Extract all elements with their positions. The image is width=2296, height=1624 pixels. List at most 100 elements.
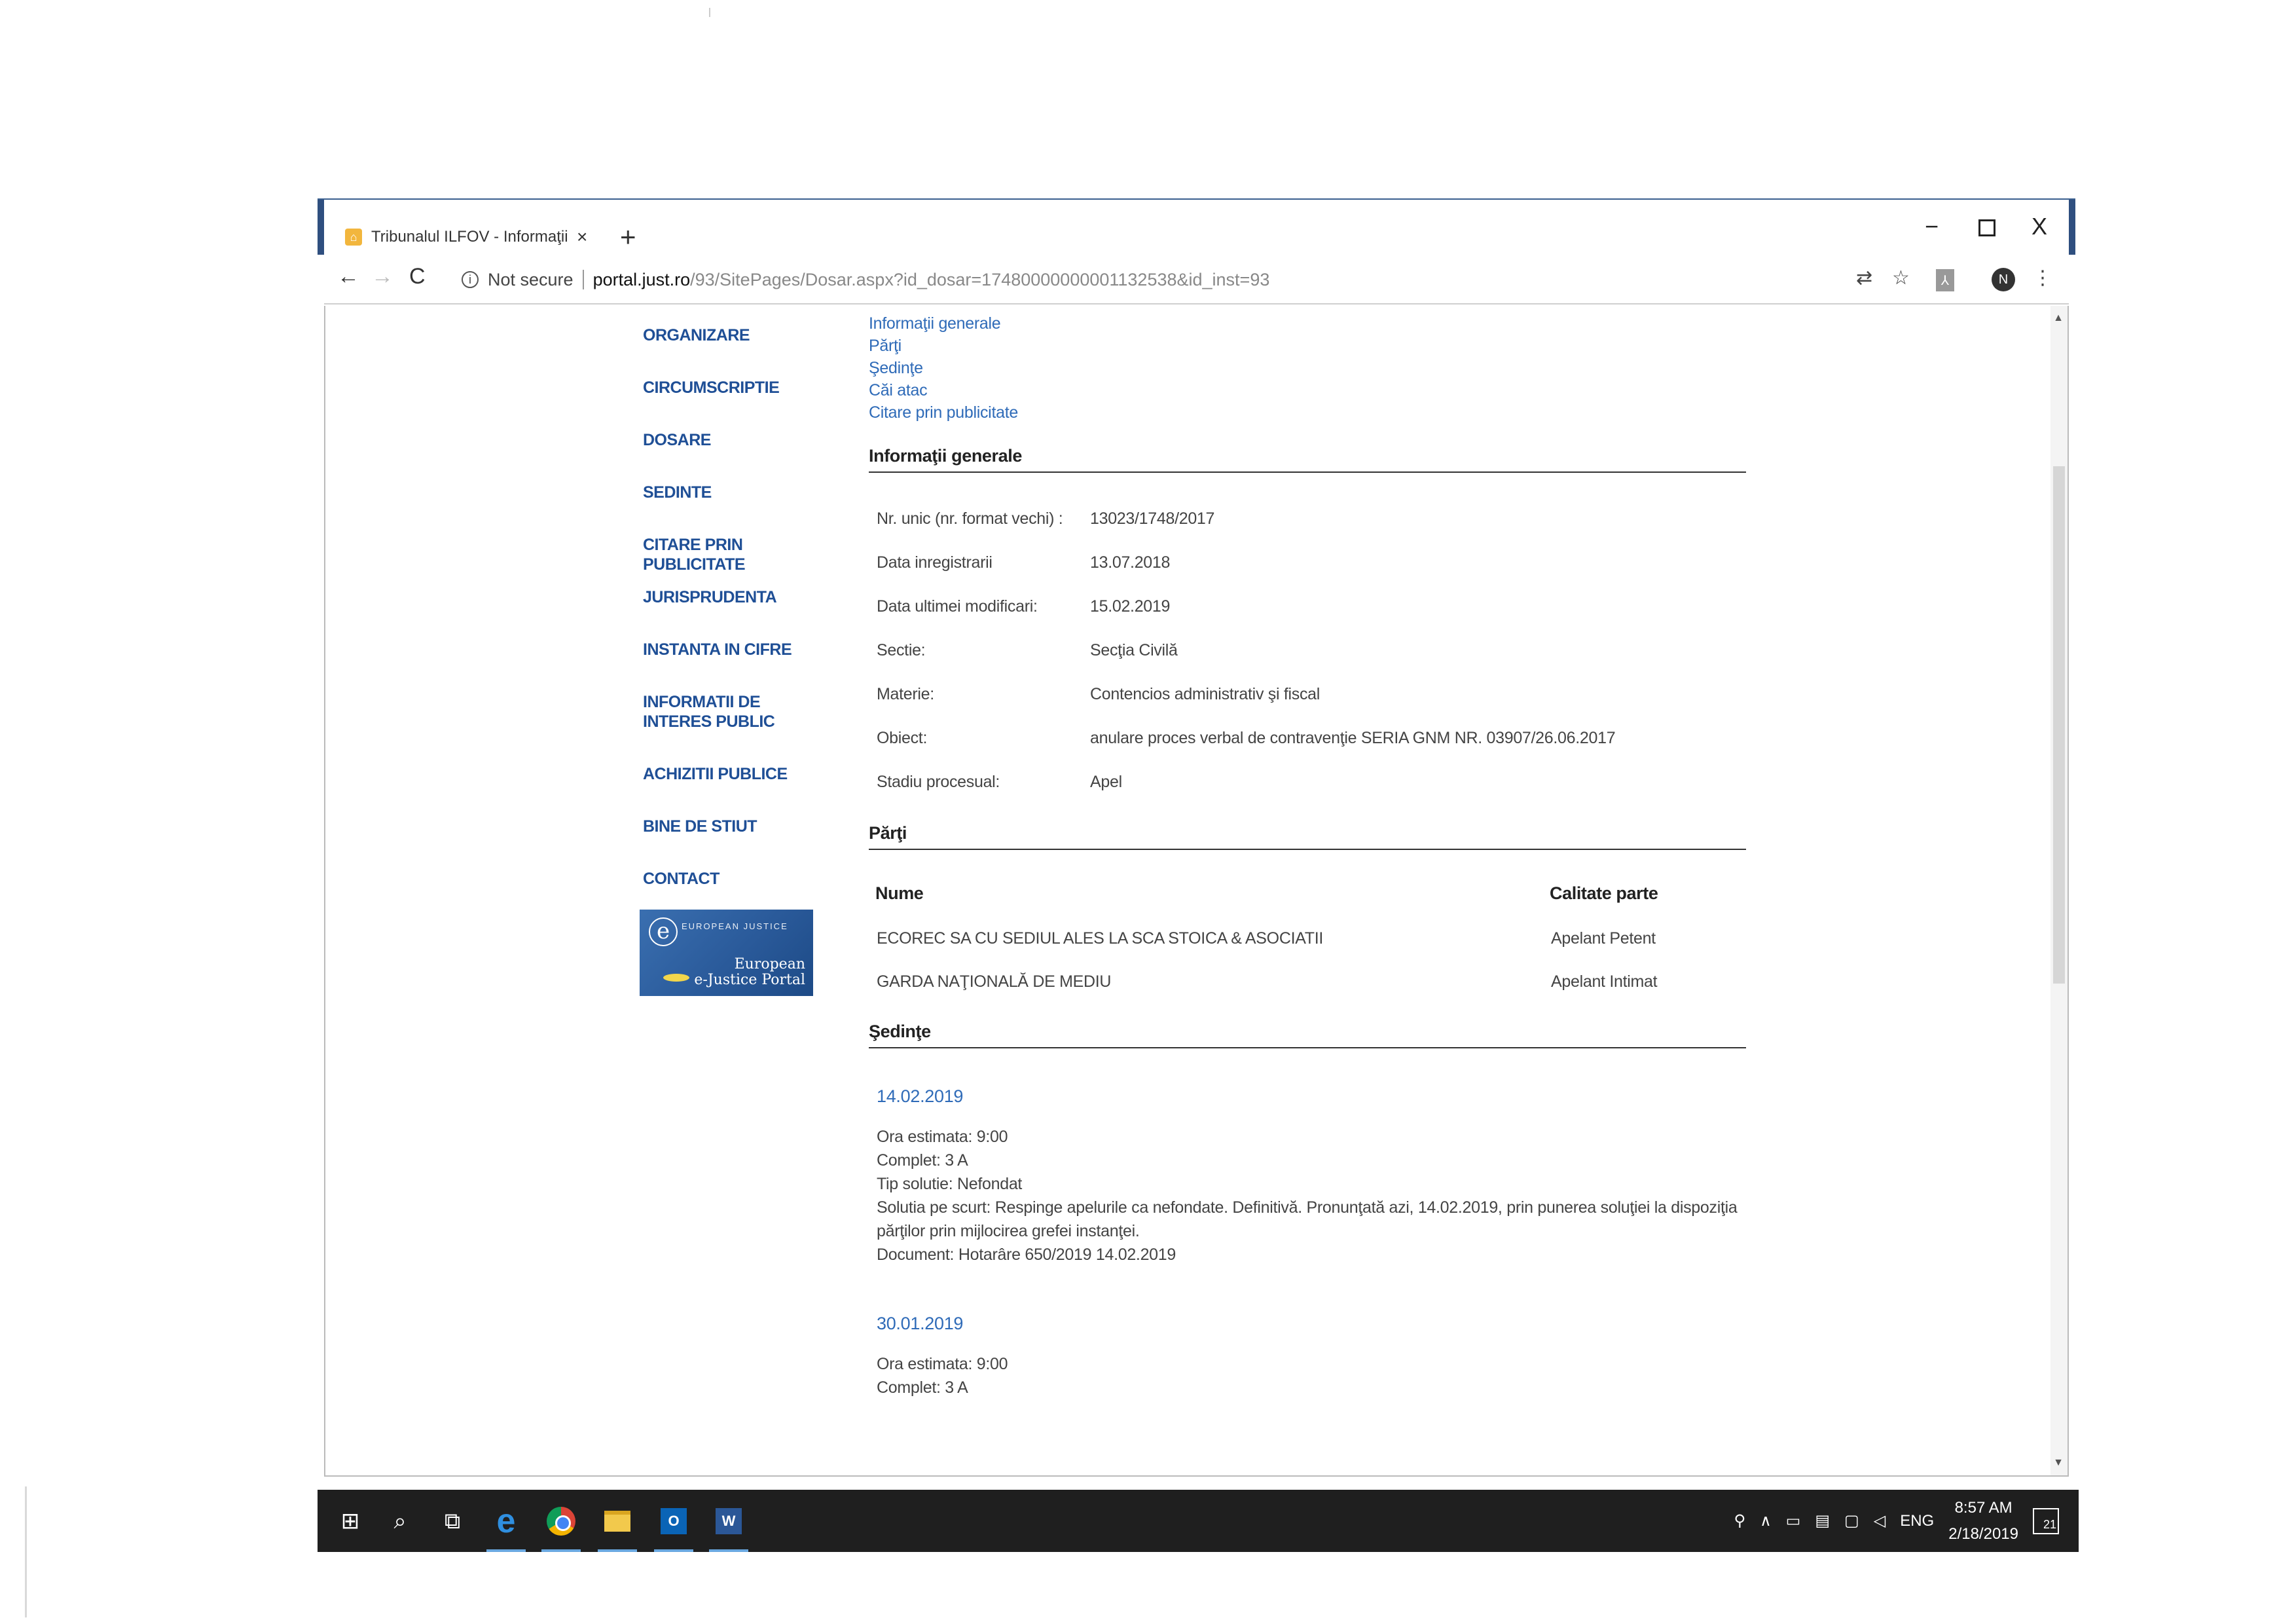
task-view-icon[interactable]: ⧉	[435, 1504, 469, 1538]
chevron-up-icon[interactable]: ∧	[1760, 1511, 1772, 1530]
address-bar[interactable]: i Not secure portal.just.ro /93/SitePage…	[462, 265, 1269, 294]
file-explorer-icon[interactable]	[600, 1504, 634, 1538]
menu-instanta-in-cifre[interactable]: INSTANTA IN CIFRE	[643, 640, 839, 692]
favicon-icon: ⌂	[345, 229, 362, 246]
info-icon[interactable]: i	[462, 271, 479, 288]
case-details: Informaţii generale Părţi Şedinţe Căi at…	[869, 312, 1746, 1399]
ejustice-small-text: EUROPEAN JUSTICE	[682, 921, 788, 931]
session-line: Complet: 3 A	[877, 1151, 968, 1170]
info-label: Stadiu procesual:	[877, 773, 1000, 791]
menu-circumscriptie[interactable]: CIRCUMSCRIPTIE	[643, 378, 839, 430]
info-value: Apel	[1090, 773, 1122, 791]
address-separator	[582, 270, 584, 289]
info-label: Sectie:	[877, 641, 926, 659]
people-icon[interactable]: ⚲	[1734, 1511, 1746, 1530]
general-info-table: Nr. unic (nr. format vechi) : 13023/1748…	[869, 509, 1746, 817]
parties-header-row: Nume Calitate parte	[869, 870, 1746, 917]
network-icon[interactable]: ▤	[1815, 1511, 1830, 1530]
language-indicator[interactable]: ENG	[1900, 1512, 1934, 1530]
menu-jurisprudenta[interactable]: JURISPRUDENTA	[643, 587, 839, 640]
ejustice-banner[interactable]: e EUROPEAN JUSTICE European e-Justice Po…	[640, 910, 813, 996]
link-cai-atac[interactable]: Căi atac	[869, 379, 1746, 401]
scan-artifact	[709, 8, 710, 17]
info-row: Stadiu procesual: Apel	[869, 773, 1746, 817]
maximize-button[interactable]	[1978, 219, 1995, 236]
link-parti[interactable]: Părţi	[869, 335, 1746, 357]
info-value: 13.07.2018	[1090, 553, 1171, 572]
bookmark-star-icon[interactable]: ☆	[1892, 267, 1910, 289]
party-role: Apelant Intimat	[1551, 972, 1658, 991]
link-informatii-generale[interactable]: Informaţii generale	[869, 312, 1746, 335]
info-row: Sectie: Secţia Civilă	[869, 641, 1746, 685]
parties-table: Nume Calitate parte ECOREC SA CU SEDIUL …	[869, 870, 1746, 1003]
new-tab-button[interactable]: +	[620, 223, 636, 251]
ejustice-line2: e-Justice Portal	[694, 972, 805, 988]
sessions-title: Şedinţe	[869, 1022, 1746, 1048]
session-line: Tip solutie: Nefondat	[877, 1175, 1023, 1193]
browser-window: ⌂ Tribunalul ILFOV - Informaţii dc × + −…	[318, 200, 2075, 1477]
windows-start-icon[interactable]: ⊞	[333, 1504, 367, 1538]
info-label: Obiect:	[877, 729, 928, 747]
tab-strip: ⌂ Tribunalul ILFOV - Informaţii dc × + −…	[318, 200, 2075, 255]
info-value: 13023/1748/2017	[1090, 509, 1215, 528]
general-info-title: Informaţii generale	[869, 446, 1746, 473]
link-sedinte[interactable]: Şedinţe	[869, 357, 1746, 379]
forward-arrow-icon[interactable]: →	[371, 264, 393, 289]
scroll-up-icon[interactable]: ▲	[2053, 312, 2064, 324]
info-value: Secţia Civilă	[1090, 641, 1178, 659]
menu-informatii-interes-public[interactable]: INFORMATII DE INTERES PUBLIC	[643, 692, 813, 764]
minimize-button[interactable]: −	[1925, 213, 1939, 240]
info-row: Obiect: anulare proces verbal de contrav…	[869, 729, 1746, 773]
reload-icon[interactable]: C	[409, 264, 426, 289]
scroll-thumb[interactable]	[2053, 466, 2065, 984]
clock-time: 8:57 AM	[1954, 1498, 2013, 1517]
translate-icon[interactable]: ⇄	[1856, 267, 1872, 289]
back-arrow-icon[interactable]: ←	[337, 264, 359, 289]
menu-dosare[interactable]: DOSARE	[643, 430, 839, 483]
info-value: Contencios administrativ şi fiscal	[1090, 685, 1321, 703]
window-frame	[2069, 200, 2075, 255]
menu-sedinte[interactable]: SEDINTE	[643, 483, 839, 535]
window-frame	[318, 200, 324, 255]
profile-avatar[interactable]: N	[1992, 268, 2015, 291]
session-date: 30.01.2019	[877, 1314, 964, 1333]
session-item: 30.01.2019 Ora estimata: 9:00 Complet: 3…	[869, 1314, 1746, 1399]
session-line: Complet: 3 A	[877, 1378, 968, 1397]
link-citare[interactable]: Citare prin publicitate	[869, 401, 1746, 424]
notification-center-icon[interactable]: 21	[2033, 1507, 2059, 1534]
active-indicator	[598, 1549, 637, 1552]
outlook-icon[interactable]: O	[657, 1504, 691, 1538]
battery-icon[interactable]: ▭	[1786, 1511, 1801, 1530]
edge-browser-icon[interactable]: e	[489, 1502, 523, 1540]
vertical-scrollbar[interactable]: ▲ ▼	[2050, 306, 2068, 1475]
menu-citare[interactable]: CITARE PRIN PUBLICITATE	[643, 535, 839, 587]
session-line: Document: Hotarâre 650/2019 14.02.2019	[877, 1246, 1176, 1264]
info-label: Data inregistrarii	[877, 553, 993, 572]
ejustice-text: European e-Justice Portal	[694, 957, 805, 988]
active-indicator	[541, 1549, 581, 1552]
search-icon[interactable]: ⌕	[383, 1504, 417, 1538]
info-row: Materie: Contencios administrativ şi fis…	[869, 685, 1746, 729]
tab-close-icon[interactable]: ×	[577, 227, 587, 248]
word-icon[interactable]: W	[712, 1504, 746, 1538]
scroll-down-icon[interactable]: ▼	[2053, 1457, 2064, 1469]
display-icon[interactable]: ▢	[1844, 1511, 1859, 1530]
page-viewport: ORGANIZARE CIRCUMSCRIPTIE DOSARE SEDINTE…	[324, 306, 2069, 1477]
browser-tab[interactable]: ⌂ Tribunalul ILFOV - Informaţii dc ×	[336, 219, 604, 255]
menu-organizare[interactable]: ORGANIZARE	[643, 325, 839, 378]
clock[interactable]: 8:57 AM 2/18/2019	[1948, 1495, 2018, 1547]
active-indicator	[486, 1549, 526, 1552]
active-indicator	[709, 1549, 748, 1552]
pdf-extension-icon[interactable]: ⅄	[1936, 269, 1954, 291]
ejustice-line1: European	[734, 956, 805, 972]
info-label: Nr. unic (nr. format vechi) :	[877, 509, 1063, 528]
browser-menu-icon[interactable]: ⋮	[2033, 267, 2052, 289]
browser-toolbar: ← → C i Not secure portal.just.ro /93/Si…	[324, 255, 2069, 304]
close-window-button[interactable]: X	[2032, 213, 2047, 240]
session-line: Solutia pe scurt: Respinge apelurile ca …	[877, 1198, 1738, 1217]
menu-bine-de-stiut[interactable]: BINE DE STIUT	[643, 817, 839, 869]
chrome-browser-icon[interactable]	[544, 1504, 578, 1538]
side-menu: ORGANIZARE CIRCUMSCRIPTIE DOSARE SEDINTE…	[643, 325, 839, 921]
menu-achizitii-publice[interactable]: ACHIZITII PUBLICE	[643, 764, 839, 817]
volume-icon[interactable]: ◁	[1874, 1511, 1886, 1530]
